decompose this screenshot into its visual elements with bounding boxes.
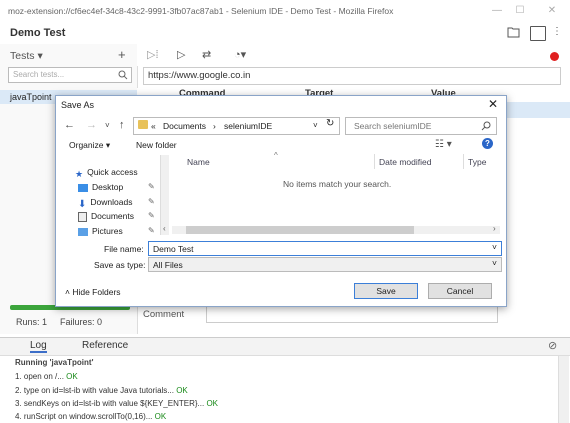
log-line: 2. type on id=lst-ib with value Java tut… bbox=[15, 386, 188, 395]
star-icon: ★ bbox=[75, 168, 84, 179]
column-date-modified[interactable]: Date modified bbox=[379, 157, 431, 167]
dialog-title: Save As bbox=[61, 100, 95, 110]
comment-input[interactable] bbox=[206, 305, 498, 323]
nav-downloads[interactable]: ⬇ Downloads ✎ bbox=[78, 197, 155, 210]
nav-quick-access[interactable]: ★ Quick access bbox=[75, 167, 138, 179]
recent-chevron-icon[interactable]: ˅ bbox=[105, 121, 110, 130]
up-icon[interactable]: ↑ bbox=[119, 119, 125, 131]
nav-pane-scrollbar[interactable] bbox=[160, 155, 169, 235]
search-tests-input[interactable]: Search tests... bbox=[8, 67, 132, 83]
save-project-icon[interactable] bbox=[530, 26, 546, 41]
sort-caret-icon: ^ bbox=[274, 151, 278, 160]
column-name[interactable]: Name bbox=[187, 157, 210, 167]
pin-icon: ✎ bbox=[148, 226, 155, 235]
path-prefix: « bbox=[151, 121, 156, 131]
pictures-icon bbox=[78, 227, 88, 236]
save-type-select[interactable]: All Files ˅ bbox=[148, 257, 502, 272]
new-folder-button[interactable]: New folder bbox=[136, 140, 177, 150]
search-icon bbox=[118, 70, 128, 80]
tests-header[interactable]: Tests ▾ bbox=[10, 50, 43, 62]
browser-title-bar: moz-extension://cf6ec4ef-34c8-43c2-9991-… bbox=[0, 0, 570, 23]
save-type-label: Save as type: bbox=[94, 260, 146, 270]
log-running: Running 'javaTpoint' bbox=[15, 358, 94, 367]
column-separator bbox=[463, 154, 464, 169]
runs-count: Runs: 1 bbox=[16, 317, 48, 327]
maximize-icon[interactable]: ☐ bbox=[513, 4, 527, 18]
browser-title: moz-extension://cf6ec4ef-34c8-43c2-9991-… bbox=[8, 6, 394, 16]
search-tests-placeholder: Search tests... bbox=[13, 70, 65, 79]
comment-label: Comment bbox=[143, 309, 185, 320]
desktop-icon bbox=[78, 183, 88, 192]
nav-documents[interactable]: Documents ✎ bbox=[78, 211, 155, 222]
app-header: Demo Test ⋮ bbox=[0, 22, 570, 45]
cancel-button[interactable]: Cancel bbox=[428, 283, 492, 299]
save-button[interactable]: Save bbox=[354, 283, 418, 299]
path-documents[interactable]: Documents bbox=[163, 121, 206, 131]
more-options-icon[interactable]: ⋮ bbox=[552, 26, 562, 37]
scrollbar-thumb[interactable] bbox=[186, 226, 414, 234]
file-name-label: File name: bbox=[104, 244, 144, 254]
back-icon[interactable]: ← bbox=[64, 119, 75, 131]
path-separator: › bbox=[213, 121, 216, 131]
dialog-search-input[interactable]: Search seleniumIDE bbox=[345, 117, 497, 135]
record-icon[interactable] bbox=[550, 52, 559, 61]
hide-folders-button[interactable]: ˄ Hide Folders bbox=[65, 287, 121, 297]
base-url-input[interactable]: https://www.google.co.in bbox=[143, 67, 561, 85]
empty-message: No items match your search. bbox=[283, 179, 392, 189]
failures-count: Failures: 0 bbox=[60, 317, 103, 327]
forward-icon[interactable]: → bbox=[86, 119, 97, 131]
scroll-left-icon[interactable]: ‹ bbox=[163, 224, 166, 233]
log-scrollbar[interactable] bbox=[558, 356, 569, 423]
dialog-close-icon[interactable]: ✕ bbox=[488, 97, 498, 111]
help-icon[interactable]: ? bbox=[482, 138, 493, 149]
log-line: 4. runScript on window.scrollTo(0,16)...… bbox=[15, 412, 167, 421]
refresh-icon[interactable]: ↻ bbox=[326, 118, 334, 129]
path-dropdown-icon[interactable]: ˅ bbox=[313, 121, 318, 130]
pin-icon: ✎ bbox=[148, 197, 155, 206]
open-project-icon[interactable] bbox=[507, 26, 521, 39]
scroll-right-icon[interactable]: › bbox=[493, 224, 496, 233]
tab-log[interactable]: Log bbox=[30, 340, 47, 353]
run-all-tests-icon[interactable]: ▷⁞ bbox=[147, 48, 159, 61]
path-seleniumide[interactable]: seleniumIDE bbox=[224, 121, 272, 131]
project-title: Demo Test bbox=[10, 27, 66, 39]
search-icon bbox=[481, 121, 491, 131]
chevron-down-icon: ˅ bbox=[492, 242, 497, 252]
minimize-icon[interactable]: — bbox=[490, 4, 504, 18]
clear-log-icon[interactable]: ⊘ bbox=[548, 339, 557, 352]
column-separator bbox=[374, 154, 375, 169]
folder-icon bbox=[138, 120, 148, 129]
log-line: 3. sendKeys on id=lst-ib with value ${KE… bbox=[15, 399, 219, 408]
column-type[interactable]: Type bbox=[468, 157, 486, 167]
tab-reference[interactable]: Reference bbox=[82, 340, 128, 351]
nav-desktop[interactable]: Desktop ✎ bbox=[78, 182, 155, 192]
organize-button[interactable]: Organize ▾ bbox=[69, 140, 110, 151]
download-icon: ⬇ bbox=[78, 198, 87, 210]
pin-icon: ✎ bbox=[148, 211, 155, 220]
log-line: 1. open on /... OK bbox=[15, 372, 78, 381]
step-over-icon[interactable]: ⇄ bbox=[202, 48, 211, 61]
pin-icon: ✎ bbox=[148, 182, 155, 191]
view-options-icon[interactable]: ☷ ▾ bbox=[435, 139, 452, 150]
file-name-input[interactable]: Demo Test ˅ bbox=[148, 241, 502, 256]
close-window-icon[interactable]: ✕ bbox=[545, 4, 559, 18]
nav-pictures[interactable]: Pictures ✎ bbox=[78, 226, 155, 236]
chevron-up-icon: ˄ bbox=[65, 287, 70, 297]
run-test-icon[interactable]: ▷ bbox=[177, 48, 185, 61]
speed-icon[interactable]: ◔▾ bbox=[234, 48, 246, 61]
add-test-button[interactable]: + bbox=[118, 47, 126, 62]
chevron-down-icon: ˅ bbox=[492, 258, 497, 268]
document-icon bbox=[78, 211, 87, 222]
